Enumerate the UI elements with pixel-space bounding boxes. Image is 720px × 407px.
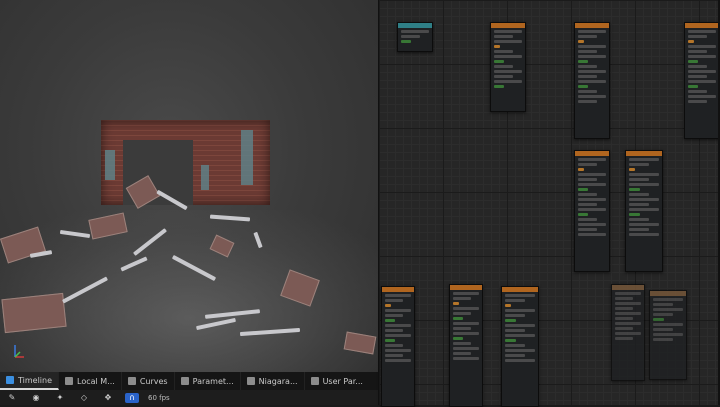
list-icon (180, 377, 189, 385)
tab-label: Local M... (77, 376, 115, 386)
snap-icon[interactable]: ✥ (101, 393, 115, 403)
book-icon (65, 377, 74, 385)
tab-user-parameters[interactable]: User Par... (305, 372, 369, 390)
eye-icon[interactable]: ◉ (29, 393, 43, 403)
axis-gizmo-icon (14, 345, 24, 358)
graph-node[interactable] (649, 290, 687, 380)
graph-node[interactable] (397, 22, 433, 52)
graph-node[interactable] (449, 284, 483, 407)
grid-icon (246, 377, 255, 385)
tab-label: Niagara... (258, 376, 298, 386)
node-graph-canvas[interactable] (378, 0, 720, 407)
plaster-patch (241, 130, 253, 185)
plaster-patch (105, 150, 115, 180)
tab-timeline[interactable]: Timeline (0, 372, 60, 390)
tab-label: Paramet... (192, 376, 234, 386)
wrench-icon[interactable]: ✎ (5, 393, 19, 403)
tab-parameters[interactable]: Paramet... (175, 372, 241, 390)
graph-node[interactable] (684, 22, 720, 139)
graph-node[interactable] (381, 286, 415, 407)
bottom-tab-bar: Timeline Local M... Curves Paramet... Ni… (0, 372, 378, 390)
film-icon (6, 376, 14, 384)
fps-label[interactable]: 60 fps (148, 394, 170, 402)
user-icon (310, 377, 319, 385)
magnet-icon[interactable]: ∩ (125, 392, 139, 403)
graph-node[interactable] (490, 22, 526, 112)
debris-chunk (1, 292, 67, 334)
tab-label: Curves (139, 376, 168, 386)
curve-icon (127, 377, 136, 385)
graph-node[interactable] (574, 150, 610, 272)
camera-icon[interactable]: ✦ (53, 393, 67, 403)
diamond-icon[interactable]: ◇ (77, 393, 91, 403)
smoke-fog (0, 210, 378, 372)
tab-niagara[interactable]: Niagara... (241, 372, 305, 390)
graph-node[interactable] (625, 150, 663, 272)
tab-curves[interactable]: Curves (122, 372, 175, 390)
graph-node[interactable] (611, 284, 645, 381)
plaster-patch (201, 165, 209, 190)
tab-label: User Par... (322, 376, 363, 386)
graph-node[interactable] (501, 286, 539, 407)
brick-wall-mesh (101, 120, 270, 205)
level-viewport[interactable] (0, 0, 378, 372)
tab-local-modules[interactable]: Local M... (59, 372, 122, 390)
timeline-toolbar: ✎ ◉ ✦ ◇ ✥ ∩ 60 fps (0, 390, 378, 405)
tab-label: Timeline (18, 375, 53, 385)
graph-node[interactable] (574, 22, 610, 139)
